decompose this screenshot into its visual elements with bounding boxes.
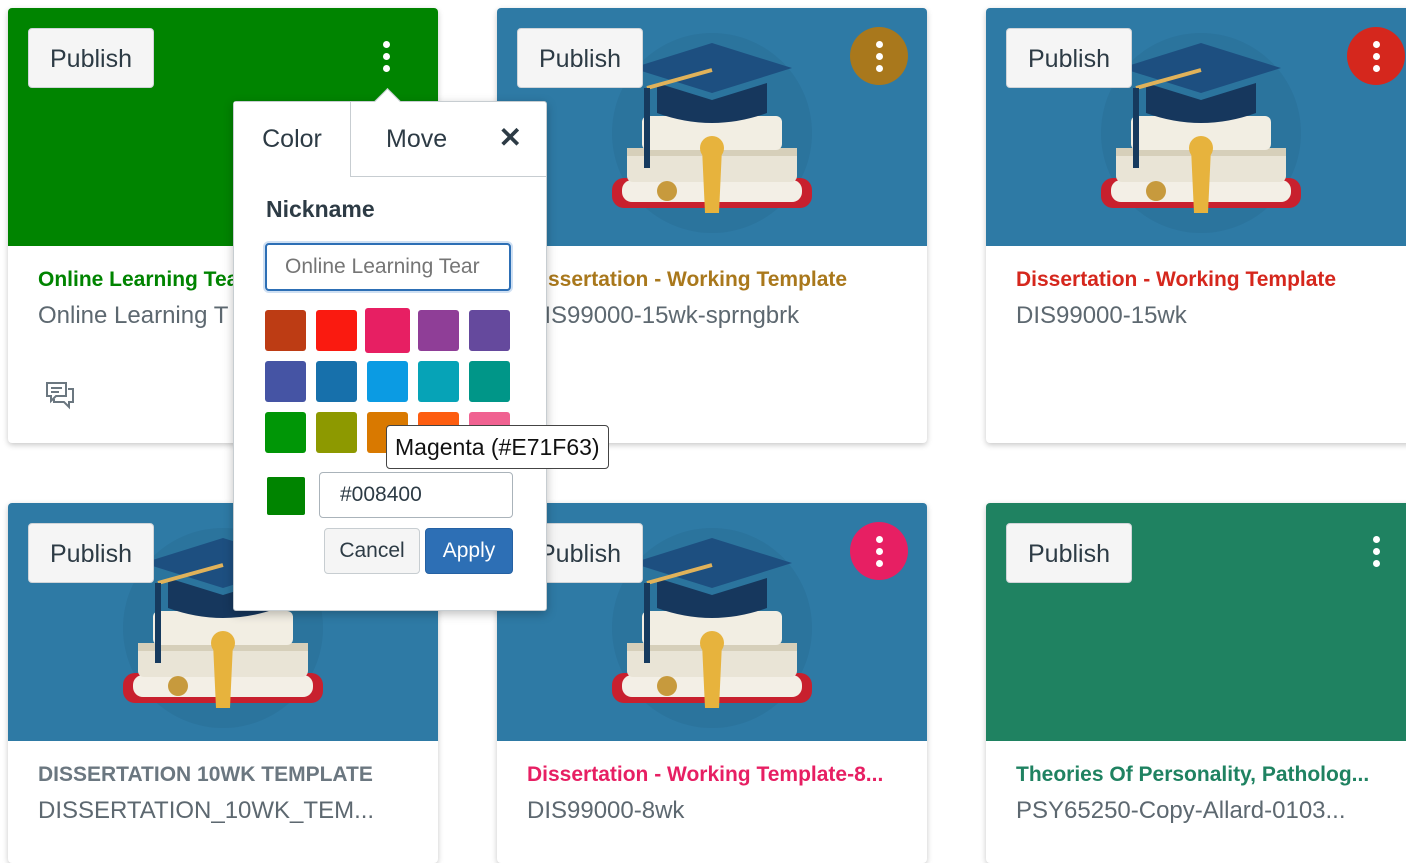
- course-title[interactable]: Dissertation - Working Template: [527, 268, 897, 292]
- course-code: DIS99000-8wk: [527, 797, 685, 824]
- popover-tabs: Color Move ✕: [234, 102, 546, 177]
- kebab-icon: [1372, 535, 1380, 567]
- card-options-button[interactable]: [357, 27, 415, 85]
- color-swatch[interactable]: [316, 412, 357, 453]
- course-code: DISSERTATION_10WK_TEM...: [38, 797, 375, 824]
- nickname-label: Nickname: [266, 196, 375, 222]
- nickname-input[interactable]: [265, 243, 511, 291]
- color-swatch[interactable]: [265, 310, 306, 351]
- card-options-button[interactable]: [1347, 522, 1405, 580]
- card-hero[interactable]: Publish: [986, 503, 1406, 741]
- card-hero[interactable]: Publish: [986, 8, 1406, 246]
- color-swatch[interactable]: [265, 412, 306, 453]
- course-code: DIS99000-15wk-sprngbrk: [527, 302, 800, 329]
- kebab-icon: [875, 535, 883, 567]
- color-swatch[interactable]: [265, 361, 306, 402]
- color-swatch[interactable]: [316, 310, 357, 351]
- color-swatch[interactable]: [418, 310, 459, 351]
- hex-color-input[interactable]: [319, 472, 513, 518]
- publish-button[interactable]: Publish: [517, 28, 643, 88]
- card-hero[interactable]: Publish: [497, 503, 927, 741]
- swatch-tooltip: Magenta (#E71F63): [386, 425, 609, 469]
- kebab-icon: [382, 40, 390, 72]
- card-options-button[interactable]: [1347, 27, 1405, 85]
- publish-button[interactable]: Publish: [28, 28, 154, 88]
- publish-button[interactable]: Publish: [1006, 28, 1132, 88]
- cancel-button[interactable]: Cancel: [324, 528, 420, 574]
- course-card: Publish Theories Of Personality, Patholo…: [986, 503, 1406, 863]
- course-title[interactable]: Dissertation - Working Template: [1016, 268, 1386, 292]
- course-title[interactable]: DISSERTATION 10WK TEMPLATE: [38, 763, 408, 787]
- discussion-icon[interactable]: [44, 380, 76, 410]
- tab-color[interactable]: Color: [234, 102, 351, 177]
- publish-button[interactable]: Publish: [28, 523, 154, 583]
- kebab-icon: [875, 40, 883, 72]
- card-options-button[interactable]: [850, 522, 908, 580]
- card-options-button[interactable]: [850, 27, 908, 85]
- color-swatch-magenta[interactable]: [365, 308, 410, 353]
- course-card: Publish Dissertation - Working Template-…: [497, 503, 927, 863]
- course-code: PSY65250-Copy-Allard-0103...: [1016, 797, 1346, 824]
- card-hero[interactable]: Publish: [497, 8, 927, 246]
- color-swatch[interactable]: [418, 361, 459, 402]
- color-swatch[interactable]: [367, 361, 408, 402]
- course-code: DIS99000-15wk: [1016, 302, 1187, 329]
- course-card: Publish Dissertation - Working Template …: [497, 8, 927, 443]
- kebab-icon: [1372, 40, 1380, 72]
- apply-button[interactable]: Apply: [425, 528, 513, 574]
- close-icon[interactable]: ✕: [499, 122, 522, 154]
- color-picker-popover: Color Move ✕ Nickname Cancel Apply: [233, 88, 547, 611]
- current-color-preview: [267, 477, 305, 515]
- color-swatch[interactable]: [469, 361, 510, 402]
- course-card: Publish Dissertation - Working Template …: [986, 8, 1406, 443]
- publish-button[interactable]: Publish: [1006, 523, 1132, 583]
- color-swatch[interactable]: [316, 361, 357, 402]
- tab-move[interactable]: Move: [386, 102, 447, 176]
- course-title[interactable]: Dissertation - Working Template-8...: [527, 763, 897, 787]
- course-title[interactable]: Theories Of Personality, Patholog...: [1016, 763, 1386, 787]
- color-swatch[interactable]: [469, 310, 510, 351]
